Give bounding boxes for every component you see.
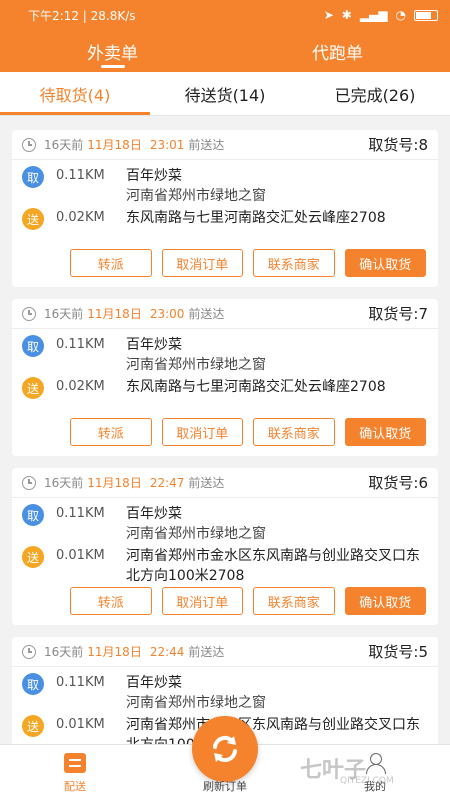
order-list[interactable]: 16天前 11月18日 23:01 前送达 取货号:8 取 0.11KM 百年炒…	[0, 116, 450, 744]
user-icon	[364, 753, 386, 774]
pickup-badge: 取	[22, 335, 44, 357]
refresh-icon	[213, 735, 237, 763]
confirm-pickup-button[interactable]: 确认取货	[344, 587, 426, 615]
pickup-badge: 取	[22, 673, 44, 695]
tab-completed[interactable]: 已完成(26)	[300, 72, 450, 115]
top-tabs: 外卖单 代跑单	[0, 30, 450, 72]
tab-pending-delivery[interactable]: 待送货(14)	[150, 72, 300, 115]
pickup-distance: 0.11KM	[56, 168, 105, 183]
cancel-order-button[interactable]: 取消订单	[161, 587, 243, 615]
pickup-distance: 0.11KM	[56, 675, 105, 690]
transfer-button[interactable]: 转派	[70, 418, 152, 446]
shop-address: 河南省郑州市绿地之窗	[126, 526, 266, 542]
order-card: 16天前 11月18日 22:47 前送达 取货号:6 取 0.11KM 百年炒…	[12, 468, 438, 625]
confirm-pickup-button[interactable]: 确认取货	[344, 249, 426, 277]
shop-address: 河南省郑州市绿地之窗	[126, 357, 266, 373]
status-speed: 28.8K/s	[90, 8, 136, 23]
delivery-distance: 0.02KM	[56, 210, 105, 225]
location-icon: ➤	[323, 8, 334, 22]
pickup-code: 取货号:6	[368, 474, 428, 492]
pickup-badge: 取	[22, 504, 44, 526]
confirm-pickup-button[interactable]: 确认取货	[344, 418, 426, 446]
tab-errand[interactable]: 代跑单	[225, 30, 450, 72]
refresh-label: 刷新订单	[203, 780, 247, 793]
pickup-code: 取货号:7	[368, 305, 428, 323]
tab-takeout[interactable]: 外卖单	[0, 30, 225, 72]
cancel-order-button[interactable]: 取消订单	[161, 249, 243, 277]
delivery-address: 河南省郑州市金水区东风南路与创业路交叉口东北方向100米2708	[126, 548, 420, 584]
clock-icon	[22, 475, 36, 490]
delivery-address: 河南省郑州市金水区东风南路与创业路交叉口东北方向100米2708	[126, 717, 420, 744]
battery-icon	[414, 9, 438, 21]
shop-address: 河南省郑州市绿地之窗	[126, 188, 266, 204]
pickup-distance: 0.11KM	[56, 337, 105, 352]
contact-merchant-button[interactable]: 联系商家	[253, 587, 335, 615]
shop-address: 河南省郑州市绿地之窗	[126, 695, 266, 711]
status-bar: 下午2:12 | 28.8K/s ➤ ✱ ▂▄▆ ◔	[0, 0, 450, 30]
cancel-order-button[interactable]: 取消订单	[161, 418, 243, 446]
pickup-badge: 取	[22, 166, 44, 188]
clock-icon	[22, 306, 36, 321]
status-tabs: 待取货(4) 待送货(14) 已完成(26)	[0, 72, 450, 116]
clock-icon	[22, 137, 36, 152]
contact-merchant-button[interactable]: 联系商家	[253, 249, 335, 277]
pickup-code: 取货号:8	[368, 136, 428, 154]
order-card: 16天前 11月18日 23:01 前送达 取货号:8 取 0.11KM 百年炒…	[12, 130, 438, 287]
delivery-distance: 0.01KM	[56, 717, 105, 732]
shop-name: 百年炒菜	[126, 337, 182, 353]
tab-pending-pickup[interactable]: 待取货(4)	[0, 72, 150, 115]
delivery-address: 东风南路与七里河南路交汇处云峰座2708	[126, 379, 386, 395]
pickup-distance: 0.11KM	[56, 506, 105, 521]
shop-name: 百年炒菜	[126, 675, 182, 691]
delivery-badge: 送	[22, 715, 44, 737]
delivery-badge: 送	[22, 377, 44, 399]
delivery-distance: 0.02KM	[56, 379, 105, 394]
delivery-address: 东风南路与七里河南路交汇处云峰座2708	[126, 210, 386, 226]
nav-delivery[interactable]: 配送	[0, 745, 150, 800]
list-icon	[64, 753, 86, 773]
wifi-icon: ◔	[395, 8, 406, 22]
order-card: 16天前 11月18日 23:00 前送达 取货号:7 取 0.11KM 百年炒…	[12, 299, 438, 456]
transfer-button[interactable]: 转派	[70, 587, 152, 615]
refresh-button[interactable]	[192, 716, 258, 782]
bluetooth-icon: ✱	[341, 8, 352, 22]
status-time: 下午2:12	[28, 8, 79, 23]
shop-name: 百年炒菜	[126, 506, 182, 522]
delivery-badge: 送	[22, 546, 44, 568]
transfer-button[interactable]: 转派	[70, 249, 152, 277]
pickup-code: 取货号:5	[368, 643, 428, 661]
contact-merchant-button[interactable]: 联系商家	[253, 418, 335, 446]
delivery-badge: 送	[22, 208, 44, 230]
delivery-distance: 0.01KM	[56, 548, 105, 563]
clock-icon	[22, 644, 36, 659]
signal-icon: ▂▄▆	[359, 8, 388, 22]
watermark-url: QIYEZI.COM	[340, 776, 394, 786]
shop-name: 百年炒菜	[126, 168, 182, 184]
